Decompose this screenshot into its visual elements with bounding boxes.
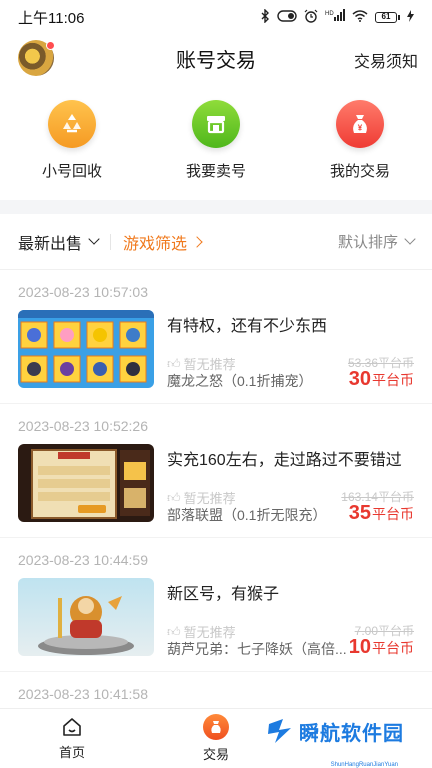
listing-title: 实充160左右，走过路过不要错过	[167, 452, 402, 469]
listing-title: 新区号，有猴子	[167, 586, 280, 603]
filter-bar: 最新出售 游戏筛选 默认排序	[0, 214, 432, 270]
latest-sale-dropdown[interactable]: 最新出售	[18, 230, 100, 254]
sort-label: 默认排序	[337, 234, 398, 251]
listing-item[interactable]: 2023-08-23 10:44:59 新区号，有猴子 👍︎ 暂无推荐 葫芦兄弟：…	[0, 538, 432, 672]
thumbs-up-icon: 👍︎	[167, 623, 181, 639]
listing-game: 葫芦兄弟：七子降妖（高倍...	[167, 641, 347, 657]
home-icon	[63, 718, 81, 736]
filter-divider	[110, 233, 112, 250]
sell-account-button[interactable]: 我要卖号	[144, 100, 288, 181]
header: 账号交易 交易须知	[0, 34, 432, 82]
section-divider	[0, 200, 432, 214]
price-unit: 平台币	[372, 372, 414, 388]
tab-home[interactable]: 首页	[0, 709, 144, 768]
watermark-text: 瞬航软件园	[299, 722, 404, 745]
trade-icon	[203, 714, 229, 740]
money-bag-icon: ¥	[336, 100, 384, 148]
status-time: 上午11:06	[18, 9, 85, 27]
quick-action-label: 我要卖号	[185, 163, 246, 180]
avatar[interactable]	[18, 40, 55, 76]
chevron-down-icon	[404, 233, 416, 245]
listing-timestamp: 2023-08-23 10:57:03	[18, 284, 148, 300]
thumbs-up-icon: 👍︎	[167, 355, 181, 371]
listing-game: 部落联盟（0.1折无限充）	[167, 507, 327, 523]
battery-icon: 61	[375, 11, 400, 23]
tab-label: 首页	[58, 745, 85, 760]
status-icons: HD 61	[260, 7, 414, 26]
shop-icon	[192, 100, 240, 148]
page-title: 账号交易	[176, 49, 256, 72]
thumbs-up-icon: 👍︎	[167, 489, 181, 505]
listing-thumbnail	[18, 444, 154, 522]
recycle-account-button[interactable]: 小号回收	[0, 100, 144, 181]
svg-text:HD: HD	[325, 11, 334, 17]
vpn-icon	[277, 9, 297, 25]
watermark: 瞬航软件园 ShunHangRuanJianYuan	[265, 716, 404, 768]
sort-dropdown[interactable]: 默认排序	[337, 231, 416, 252]
charging-icon	[407, 9, 414, 25]
bluetooth-icon	[260, 7, 270, 26]
wifi-icon	[352, 9, 368, 25]
listing-thumbnail	[18, 310, 154, 388]
listing-timestamp: 2023-08-23 10:44:59	[18, 552, 148, 568]
latest-sale-label: 最新出售	[18, 235, 83, 253]
watermark-logo-icon	[268, 719, 291, 743]
listing-thumbnail	[18, 578, 154, 656]
watermark-subtext: ShunHangRuanJianYuan	[330, 762, 398, 768]
listing-game: 魔龙之怒（0.1折捕宠）	[167, 373, 313, 389]
recycle-icon	[48, 100, 96, 148]
quick-actions: 小号回收 我要卖号 ¥ 我的交易	[0, 100, 432, 181]
my-trades-button[interactable]: ¥ 我的交易	[288, 100, 432, 181]
tab-label: 交易	[202, 747, 229, 762]
price-value: 35	[348, 502, 371, 524]
game-filter-button[interactable]: 游戏筛选	[123, 230, 203, 254]
status-bar: 上午11:06 HD 61	[0, 0, 432, 34]
listing-price: 10 平台币	[349, 636, 414, 659]
trade-notice-link[interactable]: 交易须知	[354, 48, 418, 72]
listing-price: 35 平台币	[349, 502, 414, 525]
price-value: 10	[348, 636, 371, 658]
listing-item[interactable]: 2023-08-23 10:52:26 实充160左右，走过路过不要错过 👍︎ 暂…	[0, 404, 432, 538]
hd-signal-icon: HD	[325, 9, 345, 25]
price-value: 30	[348, 368, 371, 390]
price-unit: 平台币	[372, 640, 414, 656]
svg-text:¥: ¥	[358, 124, 363, 133]
notification-dot	[46, 41, 55, 50]
game-filter-label: 游戏筛选	[123, 235, 188, 253]
quick-action-label: 我的交易	[329, 163, 390, 180]
listing-title: 有特权，还有不少东西	[167, 318, 328, 335]
quick-action-label: 小号回收	[41, 163, 102, 180]
chevron-right-icon	[191, 235, 203, 248]
alarm-icon	[304, 9, 318, 26]
listing-timestamp: 2023-08-23 10:41:58	[18, 686, 148, 702]
listing-item[interactable]: 2023-08-23 10:57:03 有特权，还有不少东西 👍︎暂无推荐 魔	[0, 270, 432, 404]
price-unit: 平台币	[372, 506, 414, 522]
listing-price: 30 平台币	[349, 368, 414, 391]
listing-timestamp: 2023-08-23 10:52:26	[18, 418, 148, 434]
chevron-down-icon	[88, 233, 100, 245]
battery-level: 61	[381, 11, 391, 21]
